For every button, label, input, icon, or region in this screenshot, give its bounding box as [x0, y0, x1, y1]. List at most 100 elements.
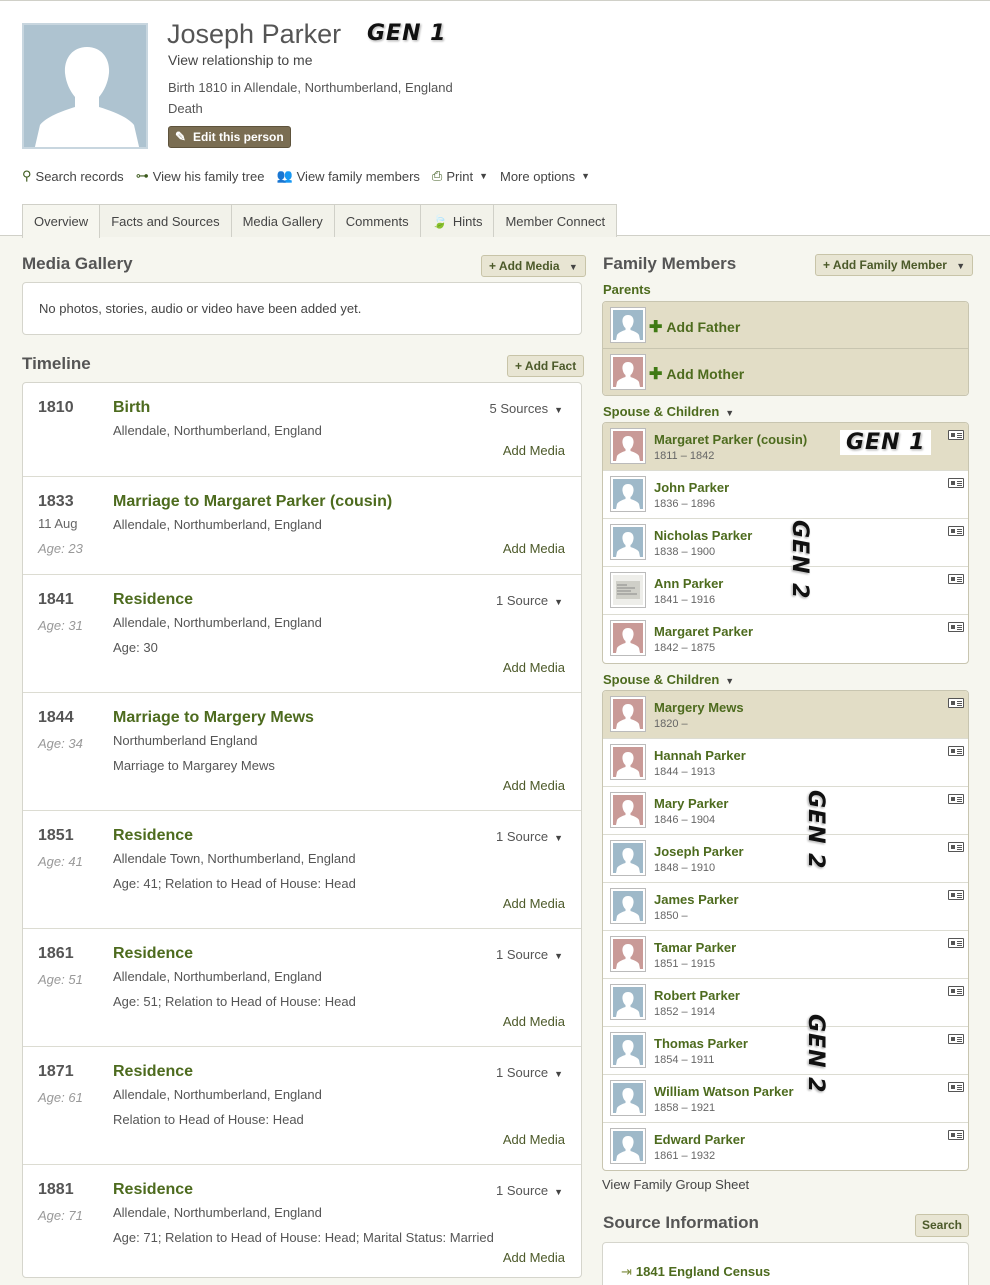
event-sources-menu[interactable]: 1 Source ▼: [496, 1183, 563, 1198]
avatar: [611, 429, 645, 463]
edit-person-button[interactable]: ✎ Edit this person: [168, 126, 291, 148]
event-sources-menu[interactable]: 1 Source ▼: [496, 947, 563, 962]
profile-card-icon[interactable]: [948, 842, 964, 852]
child-row[interactable]: Robert Parker 1852 – 1914: [603, 979, 968, 1027]
person-name-link[interactable]: Margaret Parker (cousin): [654, 432, 807, 447]
child-row[interactable]: Nicholas Parker 1838 – 1900: [603, 519, 968, 567]
child-row[interactable]: Edward Parker 1861 – 1932: [603, 1123, 968, 1170]
person-name-link[interactable]: William Watson Parker: [654, 1084, 794, 1099]
profile-card-icon[interactable]: [948, 938, 964, 948]
profile-card-icon[interactable]: [948, 1082, 964, 1092]
source-search-button[interactable]: Search: [915, 1214, 969, 1237]
event-title[interactable]: Residence: [113, 945, 193, 963]
spouse-children-toggle[interactable]: Spouse & Children ▼: [603, 404, 734, 419]
person-name-link[interactable]: Robert Parker: [654, 988, 740, 1003]
event-title[interactable]: Birth: [113, 399, 150, 417]
child-row[interactable]: Tamar Parker 1851 – 1915: [603, 931, 968, 979]
person-name-link[interactable]: Edward Parker: [654, 1132, 745, 1147]
event-title[interactable]: Residence: [113, 827, 193, 845]
profile-card-icon[interactable]: [948, 794, 964, 804]
event-title[interactable]: Residence: [113, 1181, 193, 1199]
person-name-link[interactable]: Hannah Parker: [654, 748, 746, 763]
event-add-media-link[interactable]: Add Media: [503, 1250, 565, 1265]
person-name-link[interactable]: Margery Mews: [654, 700, 744, 715]
event-add-media-link[interactable]: Add Media: [503, 1014, 565, 1029]
child-row[interactable]: James Parker 1850 –: [603, 883, 968, 931]
event-add-media-link[interactable]: Add Media: [503, 443, 565, 458]
child-row[interactable]: John Parker 1836 – 1896: [603, 471, 968, 519]
event-title[interactable]: Residence: [113, 1063, 193, 1081]
event-title[interactable]: Marriage to Margaret Parker (cousin): [113, 493, 392, 511]
profile-card-icon[interactable]: [948, 1034, 964, 1044]
add-mother-row[interactable]: ✚ Add Mother: [603, 349, 968, 395]
child-row[interactable]: Mary Parker 1846 – 1904: [603, 787, 968, 835]
child-row[interactable]: Margaret Parker 1842 – 1875: [603, 615, 968, 663]
event-sources-menu[interactable]: 1 Source ▼: [496, 829, 563, 844]
person-name-link[interactable]: James Parker: [654, 892, 739, 907]
profile-card-icon[interactable]: [948, 1130, 964, 1140]
source-item[interactable]: ⇥ 1841 England Census: [621, 1264, 770, 1280]
event-add-media-link[interactable]: Add Media: [503, 896, 565, 911]
silhouette-icon: [34, 47, 140, 147]
child-row[interactable]: Hannah Parker 1844 – 1913: [603, 739, 968, 787]
tab-member-connect[interactable]: Member Connect: [493, 204, 618, 237]
person-avatar[interactable]: [22, 23, 148, 149]
profile-card-icon[interactable]: [948, 986, 964, 996]
event-place: Allendale Town, Northumberland, England: [113, 851, 356, 866]
add-father-link[interactable]: ✚ Add Father: [649, 317, 740, 337]
add-family-member-label: + Add Family Member: [823, 258, 947, 272]
view-family-group-sheet-link[interactable]: View Family Group Sheet: [602, 1177, 749, 1192]
view-family-tree-link[interactable]: ⊶ View his family tree: [136, 167, 265, 185]
event-add-media-link[interactable]: Add Media: [503, 778, 565, 793]
search-records-link[interactable]: ⚲ Search records: [22, 167, 124, 185]
add-family-member-button[interactable]: + Add Family Member ▼: [815, 254, 974, 276]
profile-card-icon[interactable]: [948, 890, 964, 900]
person-name-link[interactable]: Tamar Parker: [654, 940, 736, 955]
event-age: Age: 23: [38, 541, 83, 556]
profile-card-icon[interactable]: [948, 622, 964, 632]
add-media-button[interactable]: + Add Media ▼: [481, 255, 586, 277]
event-sources-menu[interactable]: 1 Source ▼: [496, 1065, 563, 1080]
profile-card-icon[interactable]: [948, 526, 964, 536]
person-name-link[interactable]: Joseph Parker: [654, 844, 744, 859]
person-name-link[interactable]: Ann Parker: [654, 576, 723, 591]
profile-card-icon[interactable]: [948, 574, 964, 584]
print-menu[interactable]: ⎙ Print ▼: [432, 167, 488, 185]
tab-comments[interactable]: Comments: [333, 204, 421, 237]
tab-overview[interactable]: Overview: [22, 204, 101, 238]
tab-media-gallery[interactable]: Media Gallery: [230, 204, 335, 237]
person-name-link[interactable]: John Parker: [654, 480, 729, 495]
event-add-media-link[interactable]: Add Media: [503, 660, 565, 675]
tab-hints[interactable]: 🍃 Hints: [419, 204, 495, 237]
more-options-menu[interactable]: More options ▼: [500, 167, 590, 185]
child-row[interactable]: William Watson Parker 1858 – 1921: [603, 1075, 968, 1123]
add-fact-button[interactable]: + Add Fact: [507, 355, 585, 377]
event-add-media-link[interactable]: Add Media: [503, 541, 565, 556]
profile-card-icon[interactable]: [948, 430, 964, 440]
spouse-children-toggle[interactable]: Spouse & Children ▼: [603, 672, 734, 687]
person-name-link[interactable]: Mary Parker: [654, 796, 728, 811]
view-family-members-link[interactable]: 👥 View family members: [276, 167, 419, 185]
add-mother-link[interactable]: ✚ Add Mother: [649, 364, 744, 384]
child-row[interactable]: Thomas Parker 1854 – 1911: [603, 1027, 968, 1075]
add-father-row[interactable]: ✚ Add Father: [603, 302, 968, 349]
avatar: [611, 745, 645, 779]
child-row[interactable]: Joseph Parker 1848 – 1910: [603, 835, 968, 883]
profile-card-icon[interactable]: [948, 746, 964, 756]
person-name-link[interactable]: Nicholas Parker: [654, 528, 752, 543]
event-sources-menu[interactable]: 5 Sources ▼: [490, 401, 563, 416]
event-title[interactable]: Residence: [113, 591, 193, 609]
event-sources-menu[interactable]: 1 Source ▼: [496, 593, 563, 608]
action-label: More options: [499, 168, 576, 184]
person-name-link[interactable]: Thomas Parker: [654, 1036, 748, 1051]
profile-card-icon[interactable]: [948, 478, 964, 488]
event-title[interactable]: Marriage to Margery Mews: [113, 709, 314, 727]
tab-facts-and-sources[interactable]: Facts and Sources: [99, 204, 232, 237]
event-add-media-link[interactable]: Add Media: [503, 1132, 565, 1147]
profile-card-icon[interactable]: [948, 698, 964, 708]
person-name-link[interactable]: Margaret Parker: [654, 624, 753, 639]
view-relationship-link[interactable]: View relationship to me: [168, 52, 312, 68]
event-date: 11 Aug: [38, 516, 78, 531]
child-row[interactable]: Ann Parker 1841 – 1916: [603, 567, 968, 615]
spouse-row[interactable]: Margery Mews 1820 –: [603, 691, 968, 739]
